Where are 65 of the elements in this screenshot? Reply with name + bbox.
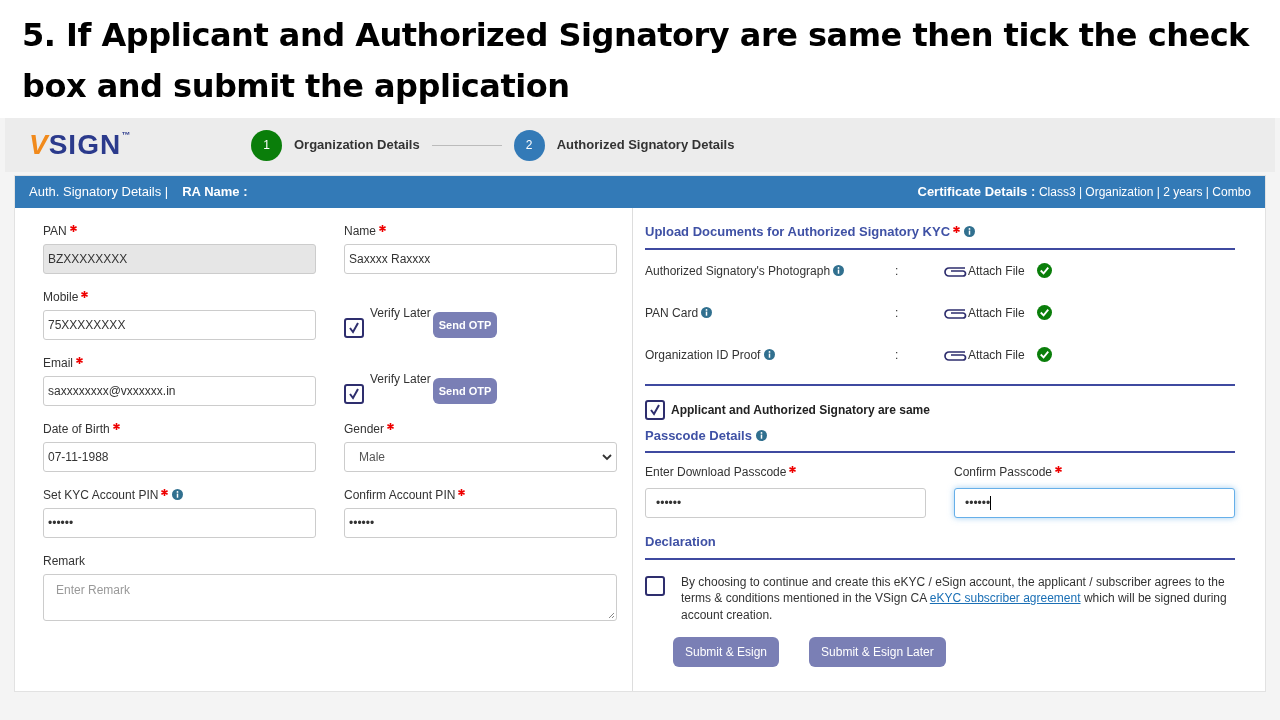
- input-field[interactable]: 07-11-1988: [43, 442, 316, 472]
- section-heading: Passcode Details: [645, 425, 1235, 453]
- send-otp-button[interactable]: Send OTP: [432, 378, 498, 404]
- checkmark-icon: [347, 321, 361, 335]
- document-label: Authorized Signatory's Photograph: [645, 261, 895, 280]
- document-label: Organization ID Proof: [645, 345, 895, 364]
- passcode-field[interactable]: ••••••: [645, 488, 926, 518]
- section-heading: Declaration: [645, 532, 1235, 560]
- chevron-down-icon: [602, 453, 612, 461]
- checkbox[interactable]: [645, 399, 665, 420]
- field-label: Gender: [344, 420, 617, 436]
- checkbox[interactable]: [344, 384, 364, 404]
- field-label: Enter Download Passcode: [645, 463, 926, 481]
- field-label: Mobile: [43, 288, 316, 304]
- checkbox-label: Applicant and Authorized Signatory are same: [671, 401, 930, 419]
- info-icon: [763, 348, 775, 360]
- field-label: PAN: [43, 222, 316, 238]
- separator: :: [895, 304, 900, 322]
- agreement-link[interactable]: eKYC subscriber agreement: [929, 591, 1081, 605]
- document-label: PAN Card: [645, 303, 895, 322]
- checkbox[interactable]: [344, 318, 364, 338]
- submit-button[interactable]: Submit & Esign: [673, 637, 780, 667]
- input-field[interactable]: saxxxxxxxx@vxxxxxx.in: [43, 376, 316, 406]
- ra-name-label: RA Name :: [182, 183, 248, 202]
- field-label: Email: [43, 354, 316, 370]
- field-label: Remark: [43, 553, 86, 568]
- logo: VSIGN™: [29, 131, 133, 159]
- info-icon: [833, 264, 845, 276]
- field-label: Set KYC Account PIN: [43, 486, 316, 502]
- caption: 5. If Applicant and Authorized Signatory are same then tick the check box and submit the application: [21, 15, 1251, 107]
- checkbox[interactable]: [645, 575, 665, 596]
- paperclip-icon: [943, 306, 967, 319]
- declaration-text: By choosing to continue and create this eKYC / eSign account, the applicant / subscriber agrees to the terms & conditions mentioned in the VSign CA eKYC subscriber agreement which will be signed during account creation.: [681, 573, 1228, 623]
- checkbox-label: Verify Later: [370, 371, 431, 388]
- checkmark-icon: [648, 402, 662, 417]
- paperclip-icon: [943, 264, 967, 277]
- input-field[interactable]: ••••••: [344, 508, 617, 538]
- gender-dropdown[interactable]: Male: [344, 442, 617, 472]
- separator: :: [895, 262, 900, 280]
- attach-file-button[interactable]: Attach File: [943, 303, 1025, 322]
- paperclip-icon: [943, 348, 967, 361]
- submit-button[interactable]: Submit & Esign Later: [809, 637, 946, 667]
- section-title: Auth. Signatory Details |: [29, 183, 169, 202]
- step-number: 2: [513, 129, 545, 161]
- passcode-field[interactable]: ••••••: [954, 488, 1235, 518]
- step-label: Organization Details: [294, 136, 420, 155]
- field-label: Date of Birth: [43, 420, 316, 436]
- info-icon: [701, 306, 713, 318]
- separator: :: [895, 346, 900, 364]
- step-label: Authorized Signatory Details: [556, 136, 735, 155]
- attach-file-button[interactable]: Attach File: [943, 261, 1025, 280]
- checkbox-label: Verify Later: [370, 305, 431, 322]
- certificate-details: Certificate Details : Class3 | Organization | 2 years | Combo: [917, 183, 1251, 202]
- resize-handle-icon: [608, 612, 615, 619]
- step-number: 1: [251, 129, 282, 161]
- field-label: Name: [344, 222, 617, 238]
- field-label: Confirm Passcode: [954, 463, 1235, 481]
- send-otp-button[interactable]: Send OTP: [432, 312, 498, 338]
- section-heading: Upload Documents for Authorized Signatory KYC: [645, 222, 1235, 250]
- checkmark-icon: [347, 387, 361, 401]
- input-field[interactable]: 75XXXXXXXX: [43, 310, 316, 340]
- input-field[interactable]: Saxxxx Raxxxx: [344, 244, 617, 274]
- input-field[interactable]: ••••••: [43, 508, 316, 538]
- field-label: Confirm Account PIN: [344, 486, 617, 502]
- attach-file-button[interactable]: Attach File: [943, 345, 1025, 364]
